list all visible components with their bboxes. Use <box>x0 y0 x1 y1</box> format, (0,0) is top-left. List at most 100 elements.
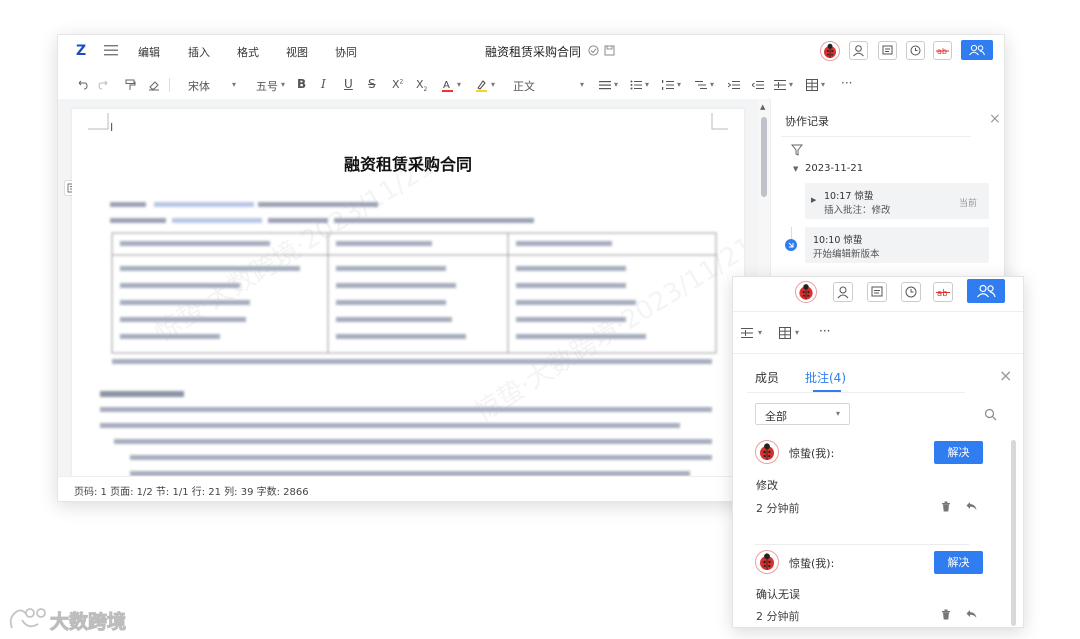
menu-collab[interactable]: 协同 <box>335 44 357 60</box>
bullet-list-chevron-icon[interactable]: ▾ <box>645 80 649 89</box>
clear-format-icon[interactable] <box>148 79 160 91</box>
search-icon[interactable] <box>984 408 997 421</box>
multilevel-list-chevron-icon[interactable]: ▾ <box>710 80 714 89</box>
reply-icon[interactable] <box>966 609 977 619</box>
indent-decrease-icon[interactable] <box>752 79 764 91</box>
document-page[interactable]: Ⅰ 惊蛰·大数跨境·2023/11/21 惊蛰·大数跨境·2023/11/21 … <box>72 109 744 476</box>
reply-icon[interactable] <box>966 501 977 511</box>
history-clock-icon[interactable] <box>906 41 925 60</box>
doc-title[interactable]: 融资租赁采购合同 <box>485 43 581 60</box>
scroll-up-icon[interactable]: ▲ <box>760 103 765 111</box>
comment-icon[interactable] <box>867 282 887 302</box>
comments-close-icon[interactable]: × <box>999 366 1012 385</box>
scrollbar-thumb[interactable] <box>761 117 767 197</box>
history-close-icon[interactable]: × <box>989 111 1001 127</box>
more-toolbar-icon[interactable]: ··· <box>819 324 830 338</box>
resolve-button[interactable]: 解决 <box>934 551 983 574</box>
date-collapse-icon[interactable]: ▼ <box>793 165 798 173</box>
redo-icon[interactable] <box>98 79 110 91</box>
font-family-select[interactable]: 宋体 <box>188 78 210 94</box>
app-logo: Z <box>76 43 87 59</box>
menu-edit[interactable]: 编辑 <box>138 44 160 60</box>
collaborators-button[interactable] <box>967 279 1005 303</box>
multilevel-list-icon[interactable] <box>695 79 707 91</box>
menu-icon[interactable] <box>104 44 118 56</box>
bullet-list-icon[interactable] <box>630 79 642 91</box>
document-canvas: Ⅰ 惊蛰·大数跨境·2023/11/21 惊蛰·大数跨境·2023/11/21 … <box>58 99 758 476</box>
font-color-chevron-icon[interactable]: ▾ <box>457 80 461 89</box>
line-spacing-icon[interactable] <box>741 327 755 339</box>
collaborators-button[interactable] <box>961 40 993 60</box>
font-size-select[interactable]: 五号 <box>256 78 278 94</box>
cloud-save-icon[interactable] <box>604 45 615 56</box>
filter-funnel-icon[interactable] <box>791 144 803 156</box>
align-chevron-icon[interactable]: ▾ <box>614 80 618 89</box>
comment-text: 确认无误 <box>756 588 800 601</box>
delete-icon[interactable] <box>941 501 951 512</box>
numbered-list-icon[interactable] <box>662 79 674 91</box>
indent-increase-icon[interactable] <box>728 79 740 91</box>
italic-icon[interactable]: I <box>321 77 326 91</box>
history-date: 2023-11-21 <box>805 163 864 174</box>
collaborators-icon <box>969 44 985 56</box>
comment-card[interactable]: 惊蛰(我): 解决 修改 2 分钟前 <box>733 434 1011 534</box>
comment-filter-select[interactable]: 全部 ▾ <box>755 403 850 425</box>
toolbar-divider <box>169 78 170 92</box>
align-icon[interactable] <box>599 79 611 91</box>
comment-card[interactable]: 惊蛰(我): 解决 确认无误 2 分钟前 <box>733 544 1011 627</box>
ladybug-avatar-icon[interactable] <box>820 41 840 61</box>
track-changes-strike-icon[interactable]: ab <box>933 282 953 302</box>
new-version-dot-icon <box>785 239 797 251</box>
superscript-icon[interactable]: X2 <box>392 78 403 91</box>
table-chevron-icon[interactable]: ▾ <box>795 328 799 337</box>
paragraph-style-select[interactable]: 正文 <box>513 78 535 94</box>
ladybug-avatar-icon <box>755 550 779 574</box>
entry-action: 开始编辑新版本 <box>813 249 880 260</box>
track-changes-strike-icon[interactable]: ab <box>933 41 952 60</box>
bold-icon[interactable]: B <box>297 77 306 91</box>
entry-expand-icon[interactable]: ▶ <box>811 196 816 204</box>
brand-logo-text: 大数跨境 <box>49 611 127 634</box>
subscript-icon[interactable]: X2 <box>416 78 427 93</box>
comments-scrollbar[interactable] <box>1011 440 1016 626</box>
history-clock-icon[interactable] <box>901 282 921 302</box>
history-entry[interactable]: 10:10 惊蛰 开始编辑新版本 <box>805 227 989 263</box>
font-size-chevron-icon[interactable]: ▾ <box>281 80 285 89</box>
tab-comments[interactable]: 批注(4) <box>805 369 846 386</box>
comment-icon[interactable] <box>878 41 897 60</box>
entry-current-tag: 当前 <box>959 199 978 209</box>
table-icon[interactable] <box>779 327 791 339</box>
highlight-icon[interactable] <box>475 79 487 92</box>
comment-time: 2 分钟前 <box>756 610 800 623</box>
history-entry-current[interactable]: ▶ 10:17 惊蛰 插入批注：修改 当前 <box>805 183 989 219</box>
history-title: 协作记录 <box>785 115 829 128</box>
line-spacing-chevron-icon[interactable]: ▾ <box>789 80 793 89</box>
tabs-divider <box>747 392 965 393</box>
font-family-chevron-icon[interactable]: ▾ <box>232 80 236 89</box>
line-spacing-icon[interactable] <box>774 79 786 91</box>
paragraph-style-chevron-icon[interactable]: ▾ <box>580 80 584 89</box>
comments-body: 成员 批注(4) × 全部 ▾ 惊蛰(我): 解决 修改 2 分钟前 惊蛰(我)… <box>733 353 1023 627</box>
status-bar: 页码: 1 页面: 1/2 节: 1/1 行: 21 列: 39 字数: 286… <box>58 476 758 501</box>
menu-view[interactable]: 视图 <box>286 44 308 60</box>
undo-icon[interactable] <box>76 79 88 91</box>
line-spacing-chevron-icon[interactable]: ▾ <box>758 328 762 337</box>
font-color-icon[interactable]: A <box>441 79 453 92</box>
underline-icon[interactable]: U <box>344 77 353 91</box>
tab-members[interactable]: 成员 <box>755 369 779 386</box>
resolve-button[interactable]: 解决 <box>934 441 983 464</box>
member-icon[interactable] <box>833 282 853 302</box>
comment-time: 2 分钟前 <box>756 502 800 515</box>
ladybug-avatar-icon[interactable] <box>795 281 817 303</box>
strikethrough-icon[interactable]: S <box>368 77 376 91</box>
format-painter-icon[interactable] <box>124 79 136 91</box>
numbered-list-chevron-icon[interactable]: ▾ <box>677 80 681 89</box>
menu-insert[interactable]: 插入 <box>188 44 210 60</box>
delete-icon[interactable] <box>941 609 951 620</box>
table-chevron-icon[interactable]: ▾ <box>821 80 825 89</box>
more-toolbar-icon[interactable]: ··· <box>841 76 852 90</box>
menu-format[interactable]: 格式 <box>237 44 259 60</box>
table-icon[interactable] <box>806 79 818 91</box>
highlight-chevron-icon[interactable]: ▾ <box>491 80 495 89</box>
member-icon[interactable] <box>849 41 868 60</box>
